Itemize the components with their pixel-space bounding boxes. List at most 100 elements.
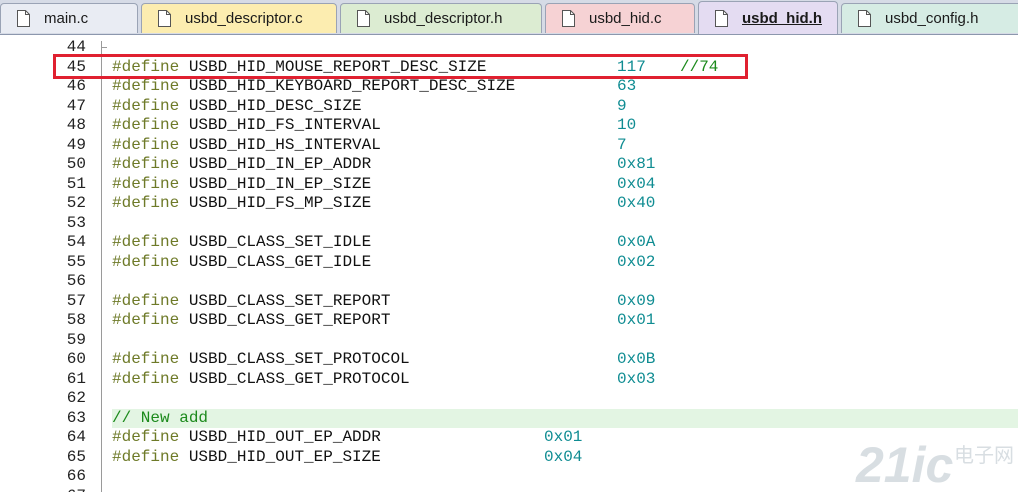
line-number: 53 (66, 213, 86, 232)
code-line[interactable]: #define USBD_HID_HS_INTERVAL 7 (112, 136, 1018, 156)
code-line[interactable]: #define USBD_HID_FS_MP_SIZE 0x40 (112, 194, 1018, 214)
code-line[interactable] (112, 272, 1018, 292)
define-keyword: #define (112, 447, 180, 466)
macro-value: 0x03 (617, 369, 656, 388)
define-keyword: #define (112, 194, 180, 212)
code-line[interactable]: #define USBD_HID_KEYBOARD_REPORT_DESC_SI… (112, 77, 1018, 97)
macro-value: 10 (617, 116, 637, 134)
fold-guide-line (101, 41, 102, 492)
define-keyword: #define (112, 155, 180, 173)
macro-value: 63 (617, 77, 637, 95)
watermark-cn: 电子网 (954, 443, 1014, 467)
tab-usbd-descriptor-c[interactable]: usbd_descriptor.c (141, 3, 337, 33)
line-number: 66 (66, 467, 86, 485)
line-number: 52 (66, 194, 86, 212)
macro-name: USBD_HID_FS_MP_SIZE (179, 194, 372, 212)
macro-name: USBD_HID_HS_INTERVAL (179, 135, 381, 154)
tab-usbd-descriptor-h[interactable]: usbd_descriptor.h (340, 3, 542, 33)
define-keyword: #define (112, 96, 180, 115)
line-number: 67 (0, 487, 86, 492)
tab-label: usbd_config.h (885, 10, 979, 27)
macro-name: USBD_CLASS_SET_PROTOCOL (179, 350, 410, 368)
define-keyword: #define (112, 135, 180, 154)
tab-label: main.c (44, 10, 89, 27)
line-comment: // New add (112, 408, 209, 427)
code-line[interactable] (112, 331, 1018, 351)
file-icon (858, 10, 871, 27)
macro-value: 7 (617, 135, 627, 154)
code-line[interactable]: // New add (112, 408, 1018, 428)
code-line[interactable]: #define USBD_CLASS_GET_REPORT 0x01 (112, 311, 1018, 331)
code-line[interactable]: #define USBD_HID_DESC_SIZE 9 (112, 97, 1018, 117)
macro-value: 9 (617, 96, 627, 115)
macro-value: 0x09 (617, 291, 656, 310)
line-number: 47 (66, 96, 86, 115)
macro-value: 0x0A (617, 233, 656, 251)
define-keyword: #define (112, 311, 180, 329)
macro-name: USBD_CLASS_SET_REPORT (179, 291, 391, 310)
line-number: 65 (66, 447, 86, 466)
macro-name: USBD_HID_IN_EP_SIZE (179, 174, 372, 193)
line-number: 49 (66, 135, 86, 154)
line-number: 62 (66, 389, 86, 407)
macro-name: USBD_CLASS_GET_REPORT (179, 311, 391, 329)
macro-value: 0x0B (617, 350, 656, 368)
macro-name: USBD_HID_KEYBOARD_REPORT_DESC_SIZE (179, 77, 516, 95)
line-number: 56 (66, 272, 86, 290)
code-line[interactable]: #define USBD_HID_IN_EP_ADDR 0x81 (112, 155, 1018, 175)
code-line[interactable] (112, 389, 1018, 409)
define-keyword: #define (112, 174, 180, 193)
fold-marker[interactable] (101, 47, 107, 48)
define-keyword: #define (112, 233, 180, 251)
line-number: 46 (66, 77, 86, 95)
define-keyword: #define (112, 350, 180, 368)
define-keyword: #define (112, 369, 180, 388)
macro-name: USBD_HID_OUT_EP_SIZE (179, 447, 381, 466)
define-keyword: #define (112, 291, 180, 310)
tab-label: usbd_hid.h (742, 9, 822, 27)
line-number: 64 (66, 428, 86, 446)
code-line[interactable]: #define USBD_CLASS_SET_IDLE 0x0A (112, 233, 1018, 253)
watermark-logo: 21ic 电子网 (855, 437, 1014, 492)
code-line[interactable]: #define USBD_CLASS_SET_PROTOCOL 0x0B (112, 350, 1018, 370)
line-number: 58 (66, 311, 86, 329)
macro-value: 0x04 (617, 174, 656, 193)
macro-value: 0x40 (617, 194, 656, 212)
define-keyword: #define (112, 428, 180, 446)
tab-usbd-hid-h[interactable]: usbd_hid.h (698, 1, 838, 34)
file-icon (357, 10, 370, 27)
line-number: 63 (66, 408, 86, 427)
tab-label: usbd_descriptor.c (185, 10, 303, 27)
tab-usbd-hid-c[interactable]: usbd_hid.c (545, 3, 695, 33)
code-line[interactable]: #define USBD_CLASS_GET_PROTOCOL 0x03 (112, 370, 1018, 390)
macro-value: 0x01 (544, 428, 583, 446)
macro-name: USBD_HID_OUT_EP_ADDR (179, 428, 381, 446)
line-number: 55 (66, 252, 86, 271)
code-line[interactable]: #define USBD_CLASS_SET_REPORT 0x09 (112, 292, 1018, 312)
define-keyword: #define (112, 77, 180, 95)
tab-label: usbd_hid.c (589, 10, 662, 27)
line-number: 50 (66, 155, 86, 173)
macro-value: 0x04 (544, 447, 583, 466)
macro-value: 0x81 (617, 155, 656, 173)
line-number: 51 (66, 174, 86, 193)
code-line[interactable]: #define USBD_CLASS_GET_IDLE 0x02 (112, 253, 1018, 273)
line-number-gutter: 44 45 46 47 48 49 50 51 52 53 54 55 56 57 58 59 60 61 62 63… (0, 35, 92, 492)
code-line[interactable]: #define USBD_HID_FS_INTERVAL 10 (112, 116, 1018, 136)
line-number: 61 (66, 369, 86, 388)
code-editor[interactable]: 44 45 46 47 48 49 50 51 52 53 54 55 56 57 58 59 60 61 62 63… (0, 35, 1018, 492)
tab-main-c[interactable]: main.c (0, 3, 138, 33)
file-tab-bar: main.c usbd_descriptor.c usbd_descriptor.h… (0, 0, 1018, 35)
macro-value: 0x02 (617, 252, 656, 271)
tab-usbd-config-h[interactable]: usbd_config.h (841, 3, 1018, 33)
line-number: 59 (66, 330, 86, 349)
file-icon (17, 10, 30, 27)
code-line[interactable] (112, 214, 1018, 234)
watermark-brand: 21ic (855, 437, 954, 492)
code-line[interactable]: #define USBD_HID_IN_EP_SIZE 0x04 (112, 175, 1018, 195)
define-keyword: #define (112, 252, 180, 271)
line-number: 57 (66, 291, 86, 310)
file-icon (158, 10, 171, 27)
macro-value: 0x01 (617, 311, 656, 329)
define-keyword: #define (112, 116, 180, 134)
